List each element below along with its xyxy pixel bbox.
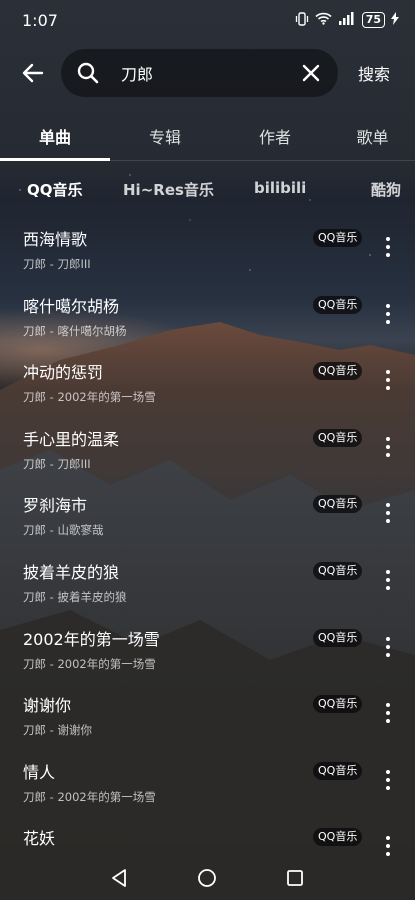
song-item[interactable]: 手心里的温柔 刀郎 - 刀郎III QQ音乐: [0, 415, 415, 482]
vibrate-icon: [295, 11, 309, 29]
more-options-button[interactable]: [378, 567, 398, 593]
search-input[interactable]: 刀郎: [61, 49, 338, 97]
more-options-button[interactable]: [378, 833, 398, 859]
source-badge: QQ音乐: [313, 628, 363, 647]
nav-back-icon[interactable]: [108, 867, 130, 889]
song-item[interactable]: 喀什噶尔胡杨 刀郎 - 喀什噶尔胡杨 QQ音乐: [0, 282, 415, 349]
song-subtitle: 刀郎 - 刀郎III: [23, 257, 91, 271]
song-title: 喀什噶尔胡杨: [23, 296, 120, 316]
nav-home-icon[interactable]: [196, 867, 218, 889]
nav-recents-icon[interactable]: [284, 867, 306, 889]
battery-icon: 75: [361, 12, 385, 28]
source-qq-music[interactable]: QQ音乐: [27, 179, 83, 200]
song-title: 罗刹海市: [23, 496, 88, 516]
song-title: 冲动的惩罚: [23, 363, 104, 383]
back-button[interactable]: [13, 53, 53, 93]
song-item[interactable]: 情人 刀郎 - 2002年的第一场雪 QQ音乐: [0, 748, 415, 815]
search-query[interactable]: 刀郎: [121, 61, 298, 85]
more-options-button[interactable]: [378, 700, 398, 726]
song-title: 谢谢你: [23, 696, 72, 716]
song-subtitle: 刀郎 - 2002年的第一场雪: [23, 789, 156, 804]
more-options-button[interactable]: [378, 434, 398, 460]
more-options-button[interactable]: [378, 367, 398, 393]
song-title: 花妖: [23, 829, 56, 849]
more-options-button[interactable]: [378, 767, 398, 793]
clear-button[interactable]: [298, 60, 324, 86]
source-bilibili[interactable]: bilibili: [254, 179, 306, 197]
song-subtitle: 刀郎 - 披着羊皮的狼: [23, 589, 127, 604]
source-badge: QQ音乐: [313, 561, 363, 580]
system-nav-bar: [0, 858, 415, 900]
song-title: 披着羊皮的狼: [23, 562, 120, 582]
more-options-button[interactable]: [378, 301, 398, 327]
search-header: 刀郎 搜索: [0, 48, 415, 98]
song-item[interactable]: 披着羊皮的狼 刀郎 - 披着羊皮的狼 QQ音乐: [0, 548, 415, 615]
song-item[interactable]: 2002年的第一场雪 刀郎 - 2002年的第一场雪 QQ音乐: [0, 615, 415, 682]
source-badge: QQ音乐: [313, 761, 363, 780]
song-subtitle: 刀郎 - 2002年的第一场雪: [23, 656, 156, 671]
song-title: 手心里的温柔: [23, 429, 120, 449]
charging-icon: [391, 12, 399, 28]
status-icons: 75: [295, 11, 399, 29]
tab-playlists[interactable]: 歌单: [330, 113, 415, 161]
source-badge: QQ音乐: [313, 229, 363, 247]
song-item[interactable]: 谢谢你 刀郎 - 谢谢你 QQ音乐: [0, 681, 415, 748]
search-icon: [77, 62, 99, 84]
source-badge: QQ音乐: [313, 695, 363, 714]
song-title: 2002年的第一场雪: [23, 629, 160, 649]
signal-icon: [338, 12, 356, 28]
song-subtitle: 刀郎 - 2002年的第一场雪: [23, 390, 156, 405]
more-options-button[interactable]: [378, 234, 398, 260]
status-time: 1:07: [22, 10, 58, 30]
song-title: 情人: [23, 762, 56, 782]
close-icon: [302, 64, 320, 82]
source-hires-music[interactable]: Hi~Res音乐: [123, 179, 214, 200]
tab-artists[interactable]: 作者: [220, 113, 330, 161]
source-badge: QQ音乐: [313, 495, 363, 514]
status-bar: 1:07 75: [0, 0, 415, 40]
song-item[interactable]: 西海情歌 刀郎 - 刀郎III QQ音乐: [0, 215, 415, 282]
source-badge: QQ音乐: [313, 295, 363, 314]
tabs-divider: [0, 160, 415, 161]
source-badge: QQ音乐: [313, 428, 363, 447]
search-button[interactable]: 搜索: [358, 61, 390, 85]
wifi-icon: [315, 12, 332, 28]
source-badge: QQ音乐: [313, 828, 363, 847]
source-filter: QQ音乐 Hi~Res音乐 bilibili 酷狗: [0, 172, 415, 206]
more-options-button[interactable]: [378, 500, 398, 526]
song-title: 西海情歌: [23, 230, 88, 249]
tab-songs[interactable]: 单曲: [0, 113, 110, 161]
category-tabs: 单曲 专辑 作者 歌单: [0, 113, 415, 161]
source-kugou[interactable]: 酷狗: [371, 179, 401, 200]
song-subtitle: 刀郎 - 山歌寥哉: [23, 523, 104, 538]
back-arrow-icon: [22, 63, 44, 83]
song-subtitle: 刀郎 - 刀郎III: [23, 456, 91, 471]
song-item[interactable]: 冲动的惩罚 刀郎 - 2002年的第一场雪 QQ音乐: [0, 348, 415, 415]
source-badge: QQ音乐: [313, 362, 363, 381]
tab-albums[interactable]: 专辑: [110, 113, 220, 161]
more-options-button[interactable]: [378, 634, 398, 660]
song-item[interactable]: 罗刹海市 刀郎 - 山歌寥哉 QQ音乐: [0, 481, 415, 548]
song-list: 西海情歌 刀郎 - 刀郎III QQ音乐 喀什噶尔胡杨 刀郎 - 喀什噶尔胡杨 …: [0, 215, 415, 881]
song-subtitle: 刀郎 - 喀什噶尔胡杨: [23, 323, 127, 338]
song-subtitle: 刀郎 - 谢谢你: [23, 723, 92, 738]
